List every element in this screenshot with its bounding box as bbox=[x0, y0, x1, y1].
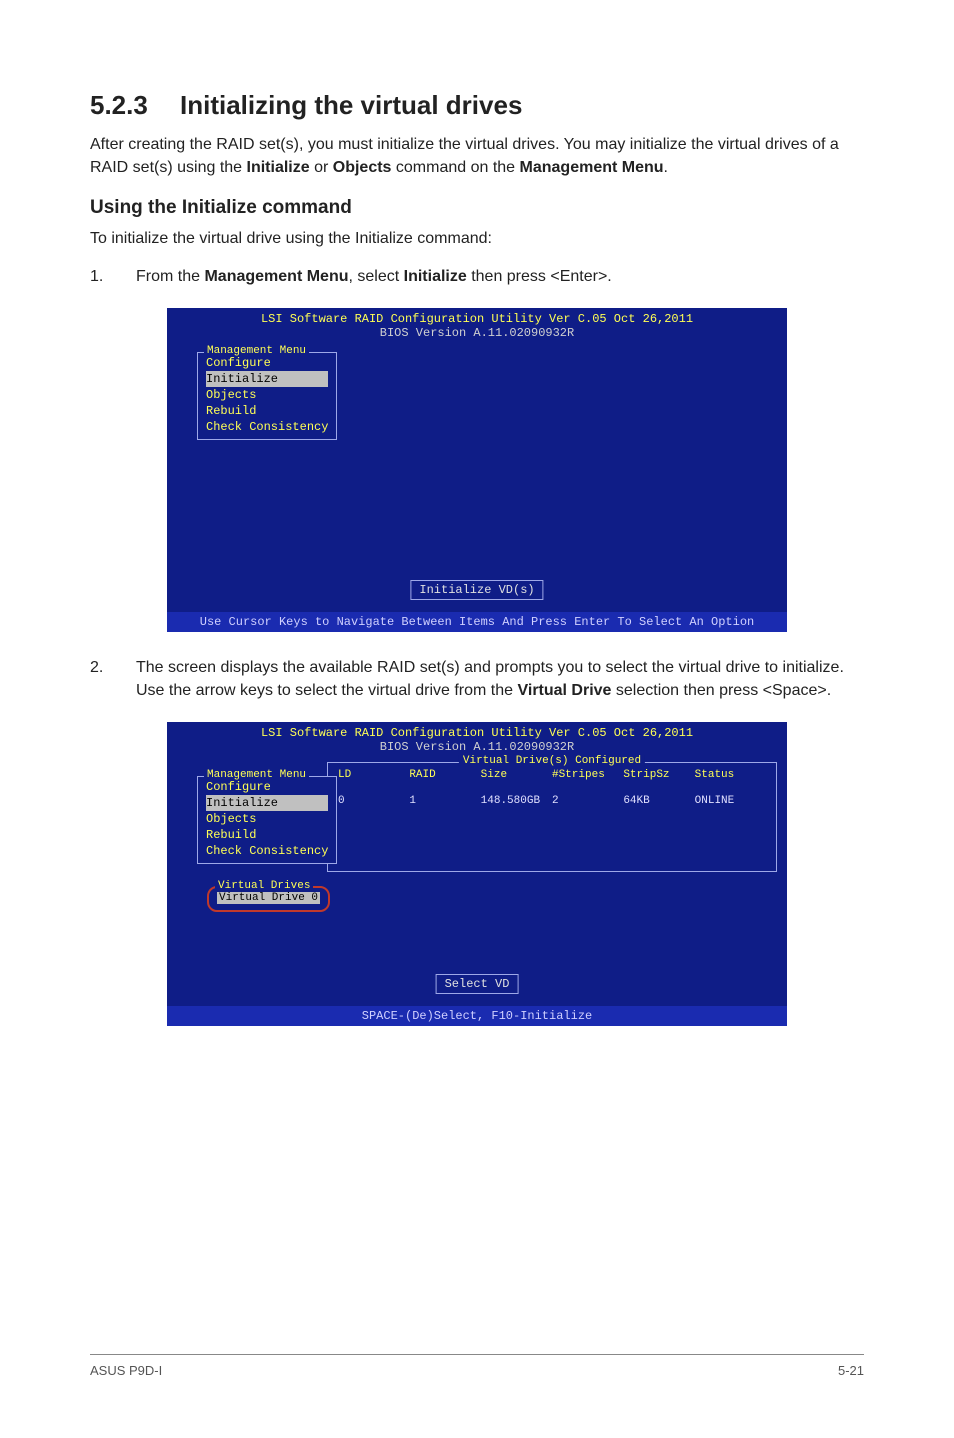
virtual-drives-selector: Virtual Drives Virtual Drive 0 bbox=[207, 886, 330, 912]
cell-ld: 0 bbox=[338, 795, 409, 807]
bios1-title-line: LSI Software RAID Configuration Utility … bbox=[167, 312, 787, 326]
page-footer: ASUS P9D-I 5-21 bbox=[90, 1354, 864, 1378]
bios2-version-line: BIOS Version A.11.02090932R bbox=[167, 740, 787, 754]
intro-text: . bbox=[664, 159, 668, 176]
col-size: Size bbox=[481, 769, 552, 781]
cell-stripsz: 64KB bbox=[623, 795, 694, 807]
intro-text: command on the bbox=[391, 159, 519, 176]
step-number: 2. bbox=[90, 656, 136, 702]
menu-item-configure[interactable]: Configure bbox=[206, 779, 328, 795]
menu-item-configure[interactable]: Configure bbox=[206, 355, 328, 371]
footer-right: 5-21 bbox=[838, 1363, 864, 1378]
step2-text: selection then press <Space>. bbox=[611, 682, 831, 699]
vd-configured-title: Virtual Drive(s) Configured bbox=[459, 755, 645, 767]
bios1-footer: Use Cursor Keys to Navigate Between Item… bbox=[167, 612, 787, 632]
intro-bold-objects: Objects bbox=[333, 159, 392, 176]
intro-bold-initialize: Initialize bbox=[247, 159, 310, 176]
intro-bold-mgmt: Management Menu bbox=[520, 159, 664, 176]
step1-text: , select bbox=[348, 268, 403, 285]
bios1-header: LSI Software RAID Configuration Utility … bbox=[167, 308, 787, 342]
bios2-title-line: LSI Software RAID Configuration Utility … bbox=[167, 726, 787, 740]
menu-item-rebuild[interactable]: Rebuild bbox=[206, 827, 328, 843]
vd-table-row: 0 1 148.580GB 2 64KB ONLINE bbox=[338, 795, 766, 807]
virtual-drives-title: Virtual Drives bbox=[215, 880, 313, 892]
intro-text: or bbox=[310, 159, 333, 176]
vd-table-header: LD RAID Size #Stripes StripSz Status bbox=[338, 769, 766, 781]
subheading-initialize: Using the Initialize command bbox=[90, 197, 864, 219]
cell-stripes: 2 bbox=[552, 795, 623, 807]
step1-bold-init: Initialize bbox=[404, 268, 467, 285]
management-menu-box: Management Menu Configure Initialize Obj… bbox=[197, 776, 337, 864]
menu-item-objects[interactable]: Objects bbox=[206, 387, 328, 403]
menu-item-objects[interactable]: Objects bbox=[206, 811, 328, 827]
management-menu-box: Management Menu Configure Initialize Obj… bbox=[197, 352, 337, 440]
col-status: Status bbox=[695, 769, 766, 781]
step-2: 2. The screen displays the available RAI… bbox=[90, 656, 864, 702]
subheading-text: To initialize the virtual drive using th… bbox=[90, 227, 864, 250]
section-title: Initializing the virtual drives bbox=[180, 90, 522, 120]
section-heading: 5.2.3Initializing the virtual drives bbox=[90, 90, 864, 121]
col-raid: RAID bbox=[409, 769, 480, 781]
cell-raid: 1 bbox=[409, 795, 480, 807]
intro-paragraph: After creating the RAID set(s), you must… bbox=[90, 133, 864, 179]
menu-item-initialize[interactable]: Initialize bbox=[206, 371, 328, 387]
step-1: 1. From the Management Menu, select Init… bbox=[90, 265, 864, 288]
bios1-version-line: BIOS Version A.11.02090932R bbox=[167, 326, 787, 340]
menu-item-check-consistency[interactable]: Check Consistency bbox=[206, 419, 328, 435]
col-stripes: #Stripes bbox=[552, 769, 623, 781]
bios-screen-1: LSI Software RAID Configuration Utility … bbox=[167, 308, 787, 632]
bios2-hint-select-vd: Select VD bbox=[436, 974, 519, 994]
step-text: From the Management Menu, select Initial… bbox=[136, 265, 864, 288]
footer-left: ASUS P9D-I bbox=[90, 1363, 162, 1378]
cell-size: 148.580GB bbox=[481, 795, 552, 807]
management-menu-title: Management Menu bbox=[204, 769, 309, 781]
cell-status: ONLINE bbox=[695, 795, 766, 807]
step1-text: From the bbox=[136, 268, 204, 285]
management-menu-title: Management Menu bbox=[204, 345, 309, 357]
step-number: 1. bbox=[90, 265, 136, 288]
step2-bold-vd: Virtual Drive bbox=[517, 682, 611, 699]
bios-screen-2: LSI Software RAID Configuration Utility … bbox=[167, 722, 787, 1026]
vd-configured-panel: Virtual Drive(s) Configured LD RAID Size… bbox=[327, 762, 777, 872]
bios2-footer: SPACE-(De)Select, F10-Initialize bbox=[167, 1006, 787, 1026]
step1-text: then press <Enter>. bbox=[467, 268, 612, 285]
bios1-hint-initialize-vd: Initialize VD(s) bbox=[410, 580, 543, 600]
virtual-drive-0[interactable]: Virtual Drive 0 bbox=[217, 892, 320, 904]
col-stripsz: StripSz bbox=[623, 769, 694, 781]
menu-item-rebuild[interactable]: Rebuild bbox=[206, 403, 328, 419]
step1-bold-mgmt: Management Menu bbox=[204, 268, 348, 285]
bios2-header: LSI Software RAID Configuration Utility … bbox=[167, 722, 787, 756]
step-text: The screen displays the available RAID s… bbox=[136, 656, 864, 702]
section-number: 5.2.3 bbox=[90, 90, 180, 121]
menu-item-check-consistency[interactable]: Check Consistency bbox=[206, 843, 328, 859]
col-ld: LD bbox=[338, 769, 409, 781]
menu-item-initialize[interactable]: Initialize bbox=[206, 795, 328, 811]
